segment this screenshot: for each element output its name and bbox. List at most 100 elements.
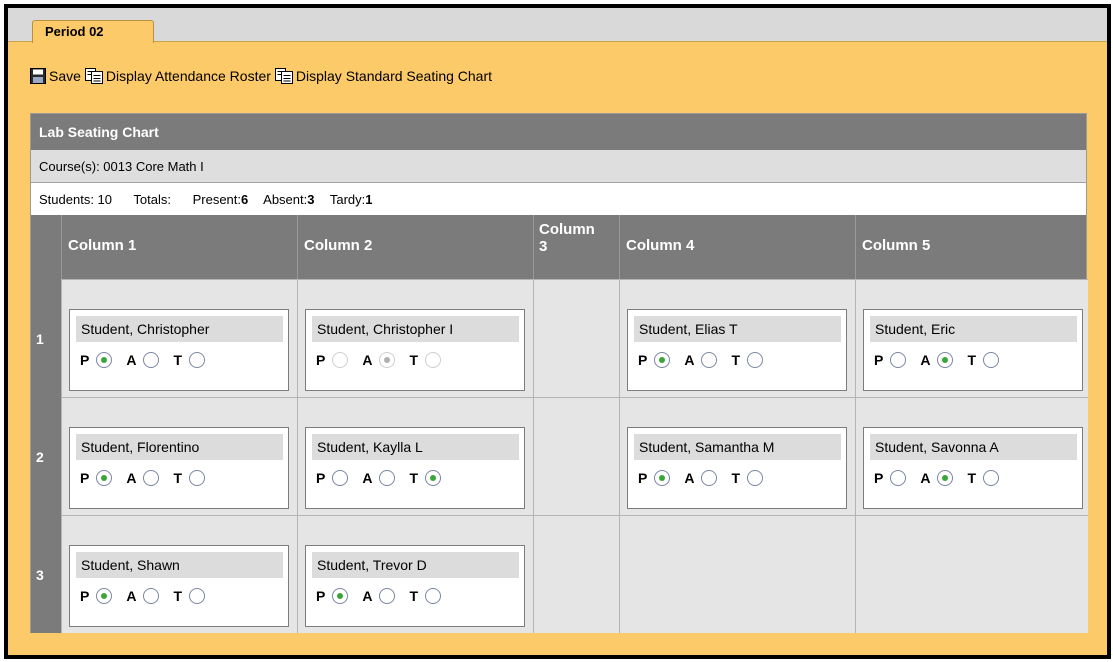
- present-radio[interactable]: [332, 470, 349, 486]
- present-radio[interactable]: [890, 352, 907, 368]
- display-standard-seating-chart-button[interactable]: Display Standard Seating Chart: [274, 68, 492, 84]
- present-option[interactable]: P: [80, 470, 113, 486]
- tardy-option[interactable]: T: [409, 470, 442, 486]
- tardy-option[interactable]: T: [731, 352, 764, 368]
- tardy-letter: T: [409, 470, 419, 486]
- tardy-radio[interactable]: [983, 470, 1000, 486]
- absent-option[interactable]: A: [684, 470, 718, 486]
- absent-radio[interactable]: [937, 352, 954, 368]
- present-option[interactable]: P: [638, 470, 671, 486]
- tardy-option[interactable]: T: [173, 470, 206, 486]
- display-attendance-roster-button[interactable]: Display Attendance Roster: [84, 68, 271, 84]
- tardy-option[interactable]: T: [409, 352, 442, 368]
- tardy-option[interactable]: T: [967, 352, 1000, 368]
- save-button[interactable]: Save: [30, 68, 81, 84]
- present-option[interactable]: P: [316, 352, 349, 368]
- tardy-letter: T: [409, 588, 419, 604]
- present-letter: P: [874, 470, 884, 486]
- present-option[interactable]: P: [874, 352, 907, 368]
- attendance-options: PAT: [76, 352, 283, 368]
- student-card: Student, Christopher P A T: [69, 309, 289, 391]
- student-card: Student, Eric P A T: [863, 309, 1083, 391]
- student-card: Student, Savonna A P A T: [863, 427, 1083, 509]
- absent-option[interactable]: A: [362, 470, 396, 486]
- present-option[interactable]: P: [316, 470, 349, 486]
- absent-option[interactable]: A: [126, 352, 160, 368]
- lab-seating-chart-panel: Lab Seating Chart Course(s): 0013 Core M…: [30, 113, 1088, 633]
- present-letter: P: [316, 352, 326, 368]
- absent-radio[interactable]: [143, 588, 160, 604]
- attendance-options: PAT: [870, 470, 1077, 486]
- tardy-radio[interactable]: [983, 352, 1000, 368]
- tardy-radio[interactable]: [747, 470, 764, 486]
- attendance-options: PA T: [312, 470, 519, 486]
- absent-label: Absent:: [263, 192, 308, 207]
- present-radio[interactable]: [96, 588, 113, 604]
- absent-radio[interactable]: [701, 352, 718, 368]
- present-radio[interactable]: [890, 470, 907, 486]
- column-header-2: Column 2: [297, 215, 533, 279]
- tardy-radio[interactable]: [425, 588, 442, 604]
- absent-option[interactable]: A: [362, 588, 396, 604]
- present-letter: P: [316, 588, 326, 604]
- tardy-letter: T: [173, 588, 183, 604]
- totals-row: Students: 10 Totals: Present:6 Absent:3 …: [31, 183, 1086, 215]
- present-option[interactable]: P: [316, 588, 349, 604]
- tardy-radio[interactable]: [189, 588, 206, 604]
- seating-grid-header: Column 1 Column 2 Column 3 Column 4 Colu…: [31, 215, 1086, 279]
- attendance-options: PA T: [634, 352, 841, 368]
- absent-radio[interactable]: [379, 588, 396, 604]
- present-letter: P: [80, 470, 90, 486]
- student-card: Student, Elias T P A T: [627, 309, 847, 391]
- tab-period-02[interactable]: Period 02: [32, 20, 154, 43]
- tardy-radio[interactable]: [425, 470, 442, 486]
- absent-radio[interactable]: [937, 470, 954, 486]
- column-header-3: Column 3: [533, 215, 619, 279]
- present-radio[interactable]: [332, 588, 349, 604]
- absent-radio[interactable]: [379, 470, 396, 486]
- totals-label: Totals:: [133, 192, 171, 207]
- student-card: Student, Kaylla L P A T: [305, 427, 525, 509]
- present-option[interactable]: P: [80, 352, 113, 368]
- present-radio[interactable]: [654, 352, 671, 368]
- absent-letter: A: [920, 470, 931, 486]
- present-radio[interactable]: [96, 470, 113, 486]
- present-option[interactable]: P: [80, 588, 113, 604]
- tardy-letter: T: [731, 352, 741, 368]
- absent-radio[interactable]: [701, 470, 718, 486]
- seat-cell: [619, 515, 855, 633]
- tardy-letter: T: [173, 352, 183, 368]
- panel-title: Lab Seating Chart: [31, 114, 1086, 150]
- tardy-option[interactable]: T: [967, 470, 1000, 486]
- absent-option[interactable]: A: [920, 470, 954, 486]
- absent-option[interactable]: A: [920, 352, 954, 368]
- absent-option[interactable]: A: [362, 352, 396, 368]
- present-radio[interactable]: [96, 352, 113, 368]
- tardy-option[interactable]: T: [173, 352, 206, 368]
- tardy-radio[interactable]: [189, 470, 206, 486]
- absent-radio[interactable]: [143, 352, 160, 368]
- absent-option[interactable]: A: [126, 470, 160, 486]
- column-header-1: Column 1: [61, 215, 297, 279]
- absent-letter: A: [684, 352, 695, 368]
- tardy-radio[interactable]: [189, 352, 206, 368]
- tardy-radio[interactable]: [747, 352, 764, 368]
- course-label: Course(s): 0013 Core Math I: [31, 150, 1086, 183]
- present-option[interactable]: P: [638, 352, 671, 368]
- tardy-option[interactable]: T: [731, 470, 764, 486]
- absent-radio: [379, 352, 396, 368]
- tardy-option[interactable]: T: [409, 588, 442, 604]
- students-count: Students: 10: [39, 192, 112, 207]
- student-name: Student, Eric: [870, 316, 1077, 342]
- present-option[interactable]: P: [874, 470, 907, 486]
- student-name: Student, Elias T: [634, 316, 841, 342]
- tardy-option[interactable]: T: [173, 588, 206, 604]
- absent-option[interactable]: A: [684, 352, 718, 368]
- present-count: 6: [241, 192, 249, 207]
- present-radio[interactable]: [654, 470, 671, 486]
- tab-bar: Period 02: [8, 8, 1107, 43]
- absent-radio[interactable]: [143, 470, 160, 486]
- absent-option[interactable]: A: [126, 588, 160, 604]
- absent-letter: A: [362, 470, 373, 486]
- row-header-3: 3: [31, 515, 61, 633]
